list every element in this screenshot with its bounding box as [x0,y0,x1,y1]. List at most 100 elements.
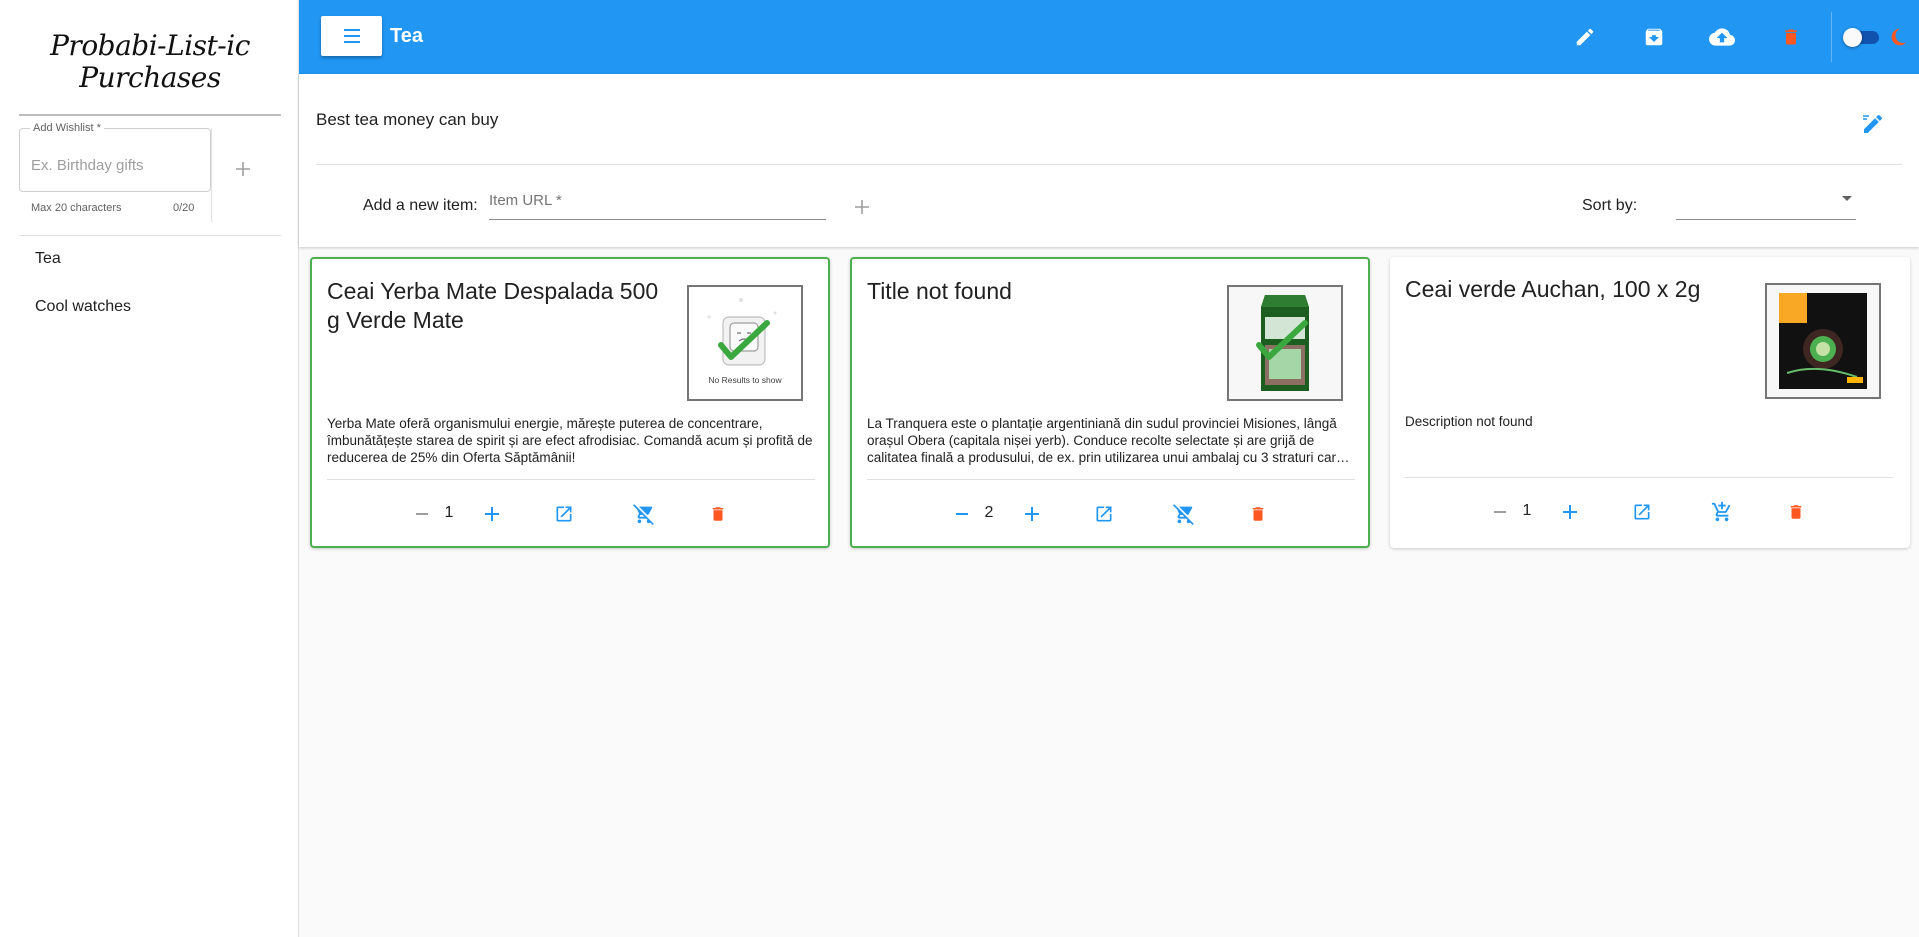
cloud-upload-icon [1709,28,1735,46]
plus-icon [855,200,869,214]
header-divider [316,164,1902,165]
item-url-input[interactable] [489,192,819,209]
wishlist-description: Best tea money can buy [316,110,499,129]
menu-icon [343,29,360,43]
toolbar-divider [1831,12,1832,62]
trash-icon [1790,505,1802,519]
toggle-knob [1843,28,1862,47]
trash-icon [712,507,724,521]
delete-item-button[interactable] [1784,500,1808,524]
item-quantity: 1 [444,504,454,521]
open-in-new-icon [1634,504,1650,520]
card-divider [1405,477,1893,478]
top-app-bar: Tea [299,0,1919,74]
increase-quantity-button[interactable] [480,502,504,526]
increase-quantity-button[interactable] [1020,502,1044,526]
archive-button[interactable] [1639,22,1669,52]
card-divider [867,479,1355,480]
decrease-quantity-button[interactable] [410,502,434,526]
edit-wishlist-button[interactable] [1570,22,1600,52]
decrease-quantity-button[interactable] [1488,500,1512,524]
wishlist-divider [211,128,212,222]
item-url-field[interactable] [489,184,826,220]
minus-icon [416,513,428,515]
wishlist-header-panel: Best tea money can buy Add a new item: S… [299,74,1919,247]
tea-package-image [1229,287,1341,399]
wishlist-input[interactable] [31,157,201,174]
open-in-new-icon [556,506,572,522]
item-card: Ceai Yerba Mate Despalada 500 g Verde Ma… [310,257,830,548]
pencil-icon [1576,28,1594,46]
card-divider [327,479,815,480]
wishlist-hint: Max 20 characters [31,202,122,214]
plus-icon [1563,505,1577,519]
remove-shopping-cart-icon [1173,504,1194,525]
plus-icon [485,507,499,521]
delete-item-button[interactable] [1246,502,1270,526]
item-actions: 2 [852,494,1368,534]
increase-quantity-button[interactable] [1558,500,1582,524]
wishlist-field-label: Add Wishlist * [30,122,104,134]
remove-shopping-cart-icon [633,504,654,525]
delete-wishlist-button[interactable] [1776,22,1806,52]
add-shopping-cart-icon [1711,501,1731,522]
trash-icon [1785,29,1797,45]
wishlist-counter: 0/20 [173,202,195,214]
archive-icon [1645,28,1663,46]
item-actions: 1 [312,494,828,534]
moon-icon [1891,28,1907,46]
item-image[interactable]: No Results to show [687,285,803,401]
item-actions: 1 [1390,492,1910,532]
open-in-new-icon [1096,506,1112,522]
open-link-button[interactable] [1630,500,1654,524]
upload-button[interactable] [1707,22,1737,52]
logo-divider [19,114,281,116]
minus-icon [956,513,968,515]
sidebar-item-tea[interactable]: Tea [0,245,299,293]
sidebar-item-cool-watches[interactable]: Cool watches [0,293,299,341]
item-quantity: 1 [1522,502,1532,519]
decrease-quantity-button[interactable] [950,502,974,526]
tea-box-image [1767,285,1879,397]
item-title: Title not found [867,278,1012,304]
open-link-button[interactable] [552,502,576,526]
item-description: La Tranquera este o plantație argentinia… [867,416,1344,465]
wishlist-field[interactable]: Add Wishlist * [19,122,211,192]
dark-mode-indicator [1883,22,1913,52]
delete-item-button[interactable] [706,502,730,526]
unmark-bought-button[interactable] [1172,502,1196,526]
unmark-bought-button[interactable] [632,502,656,526]
dark-mode-toggle[interactable] [1843,28,1879,47]
sidebar-divider [19,235,281,236]
add-item-button[interactable] [852,198,872,218]
item-image[interactable] [1227,285,1343,401]
item-description: Description not found [1405,414,1533,429]
minus-icon [1494,511,1506,513]
edit-description-button[interactable] [1861,112,1885,136]
wishlist-nav: Tea Cool watches [0,245,299,341]
edit-note-icon [1863,114,1883,133]
add-wishlist-button[interactable] [232,160,254,182]
no-results-illustration: No Results to show [707,298,782,385]
app-logo: Probabi-List-ic Purchases [50,29,250,94]
wishlist-title: Tea [390,25,423,47]
item-card: Title not found La Tranquera este o plan… [850,257,1370,548]
open-link-button[interactable] [1092,502,1116,526]
item-title: Ceai verde Auchan, 100 x 2g [1405,276,1701,302]
item-title: Ceai Yerba Mate Despalada 500 g Verde Ma… [327,278,659,333]
no-results-text: No Results to show [708,375,782,385]
plus-icon [236,162,250,176]
item-description: Yerba Mate oferă organismului energie, m… [327,416,813,465]
item-image[interactable] [1765,283,1881,399]
plus-icon [1025,507,1039,521]
mark-bought-button[interactable] [1710,500,1734,524]
add-item-label: Add a new item: [363,197,478,214]
sort-select[interactable] [1676,184,1856,220]
dropdown-caret-icon [1842,196,1852,201]
item-card: Ceai verde Auchan, 100 x 2g Description … [1390,257,1910,548]
menu-button[interactable] [321,16,382,56]
item-quantity: 2 [984,504,994,521]
sidebar: Probabi-List-ic Purchases Add Wishlist *… [0,0,299,937]
sort-label: Sort by: [1582,197,1638,214]
trash-icon [1252,507,1264,521]
